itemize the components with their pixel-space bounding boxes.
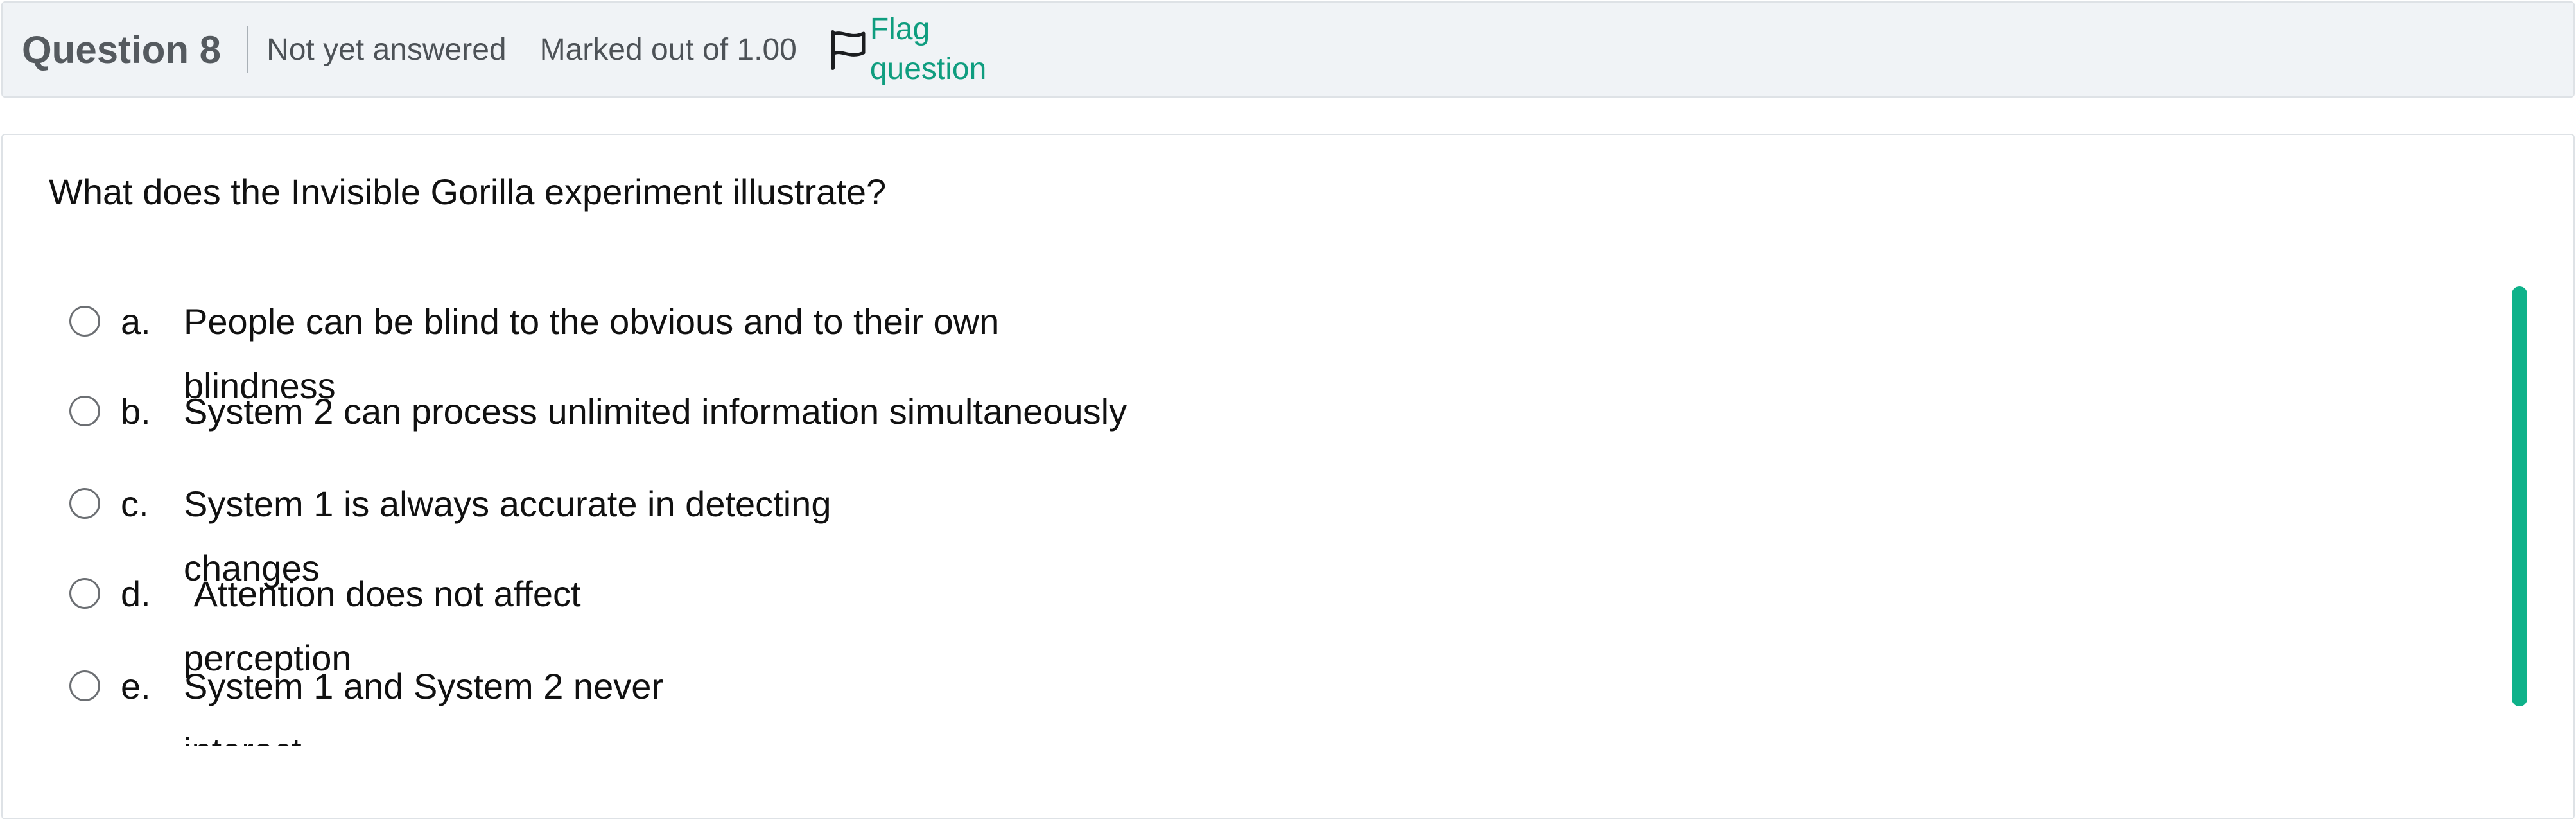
radio-button[interactable] — [69, 306, 100, 337]
radio-button[interactable] — [69, 488, 100, 519]
question-info-header: Question 8 Not yet answered Marked out o… — [1, 1, 2575, 98]
question-grade: Marked out of 1.00 — [539, 32, 797, 67]
question-state: Not yet answered — [266, 32, 507, 67]
answer-letter: b. — [121, 391, 151, 432]
question-number: Question 8 — [22, 28, 222, 71]
question-content: What does the Invisible Gorilla experime… — [1, 134, 2575, 819]
answer-option-c[interactable]: c. System 1 is always accurate in detect… — [69, 482, 1610, 588]
header-divider — [247, 26, 249, 73]
flag-question-link[interactable]: Flag question — [828, 10, 1011, 89]
vertical-scrollbar[interactable] — [2512, 286, 2527, 706]
answer-option-a[interactable]: a. People can be blind to the obvious an… — [69, 299, 1610, 406]
answer-letter: a. — [121, 301, 151, 342]
answer-letter: c. — [121, 484, 149, 524]
answer-text[interactable]: System 1 and System 2 never interact — [184, 654, 723, 746]
answer-text[interactable]: System 2 can process unlimited informati… — [184, 380, 1468, 444]
radio-button[interactable] — [69, 396, 100, 426]
flag-question-label[interactable]: Flag question — [870, 10, 1011, 89]
radio-button[interactable] — [69, 578, 100, 609]
flag-icon[interactable] — [828, 28, 867, 71]
answer-option-d[interactable]: d. Attention does not affect perception — [69, 572, 1610, 678]
answer-letter: d. — [121, 573, 151, 614]
answer-list: a. People can be blind to the obvious an… — [3, 135, 2573, 746]
radio-button[interactable] — [69, 670, 100, 701]
answer-letter: e. — [121, 666, 151, 706]
answer-option-b[interactable]: b. System 2 can process unlimited inform… — [69, 389, 1610, 479]
answer-option-e[interactable]: e. System 1 and System 2 never interact — [69, 664, 1610, 746]
